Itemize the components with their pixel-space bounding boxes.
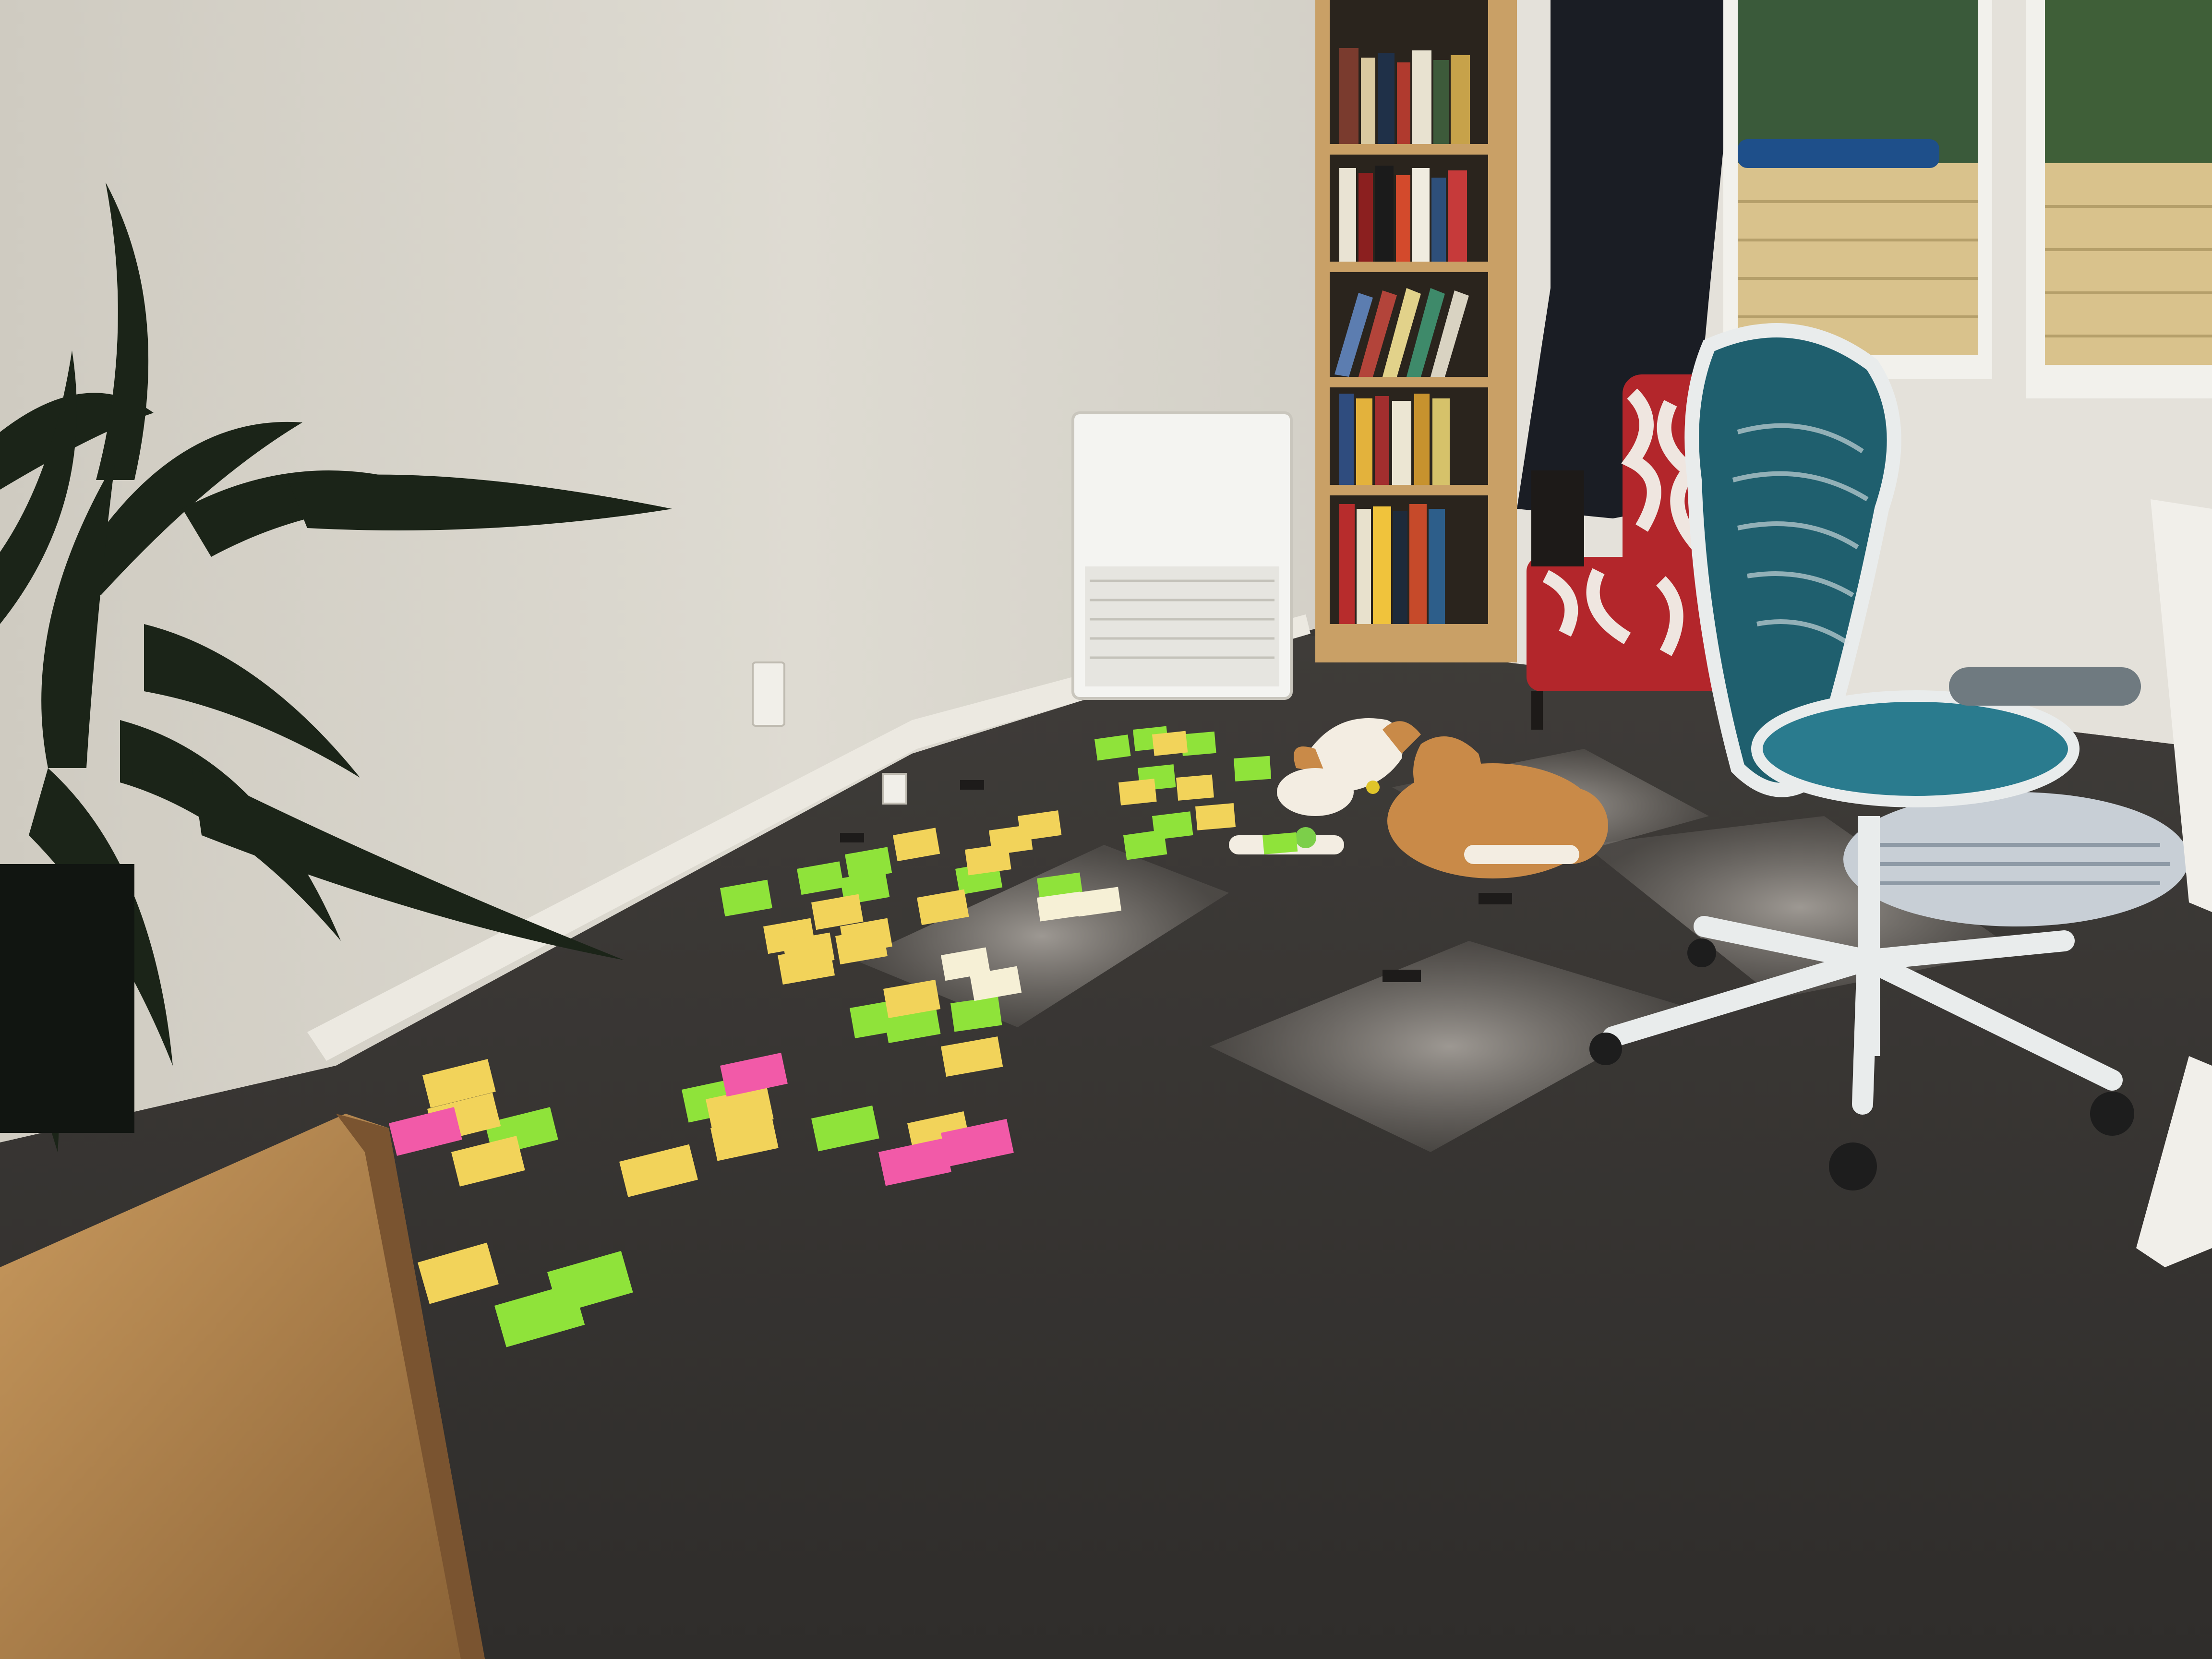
air-conditioner — [1071, 411, 1293, 700]
room-photo — [0, 0, 2212, 1659]
dog-bed — [1843, 792, 2189, 926]
bookshelf — [1315, 0, 1517, 662]
